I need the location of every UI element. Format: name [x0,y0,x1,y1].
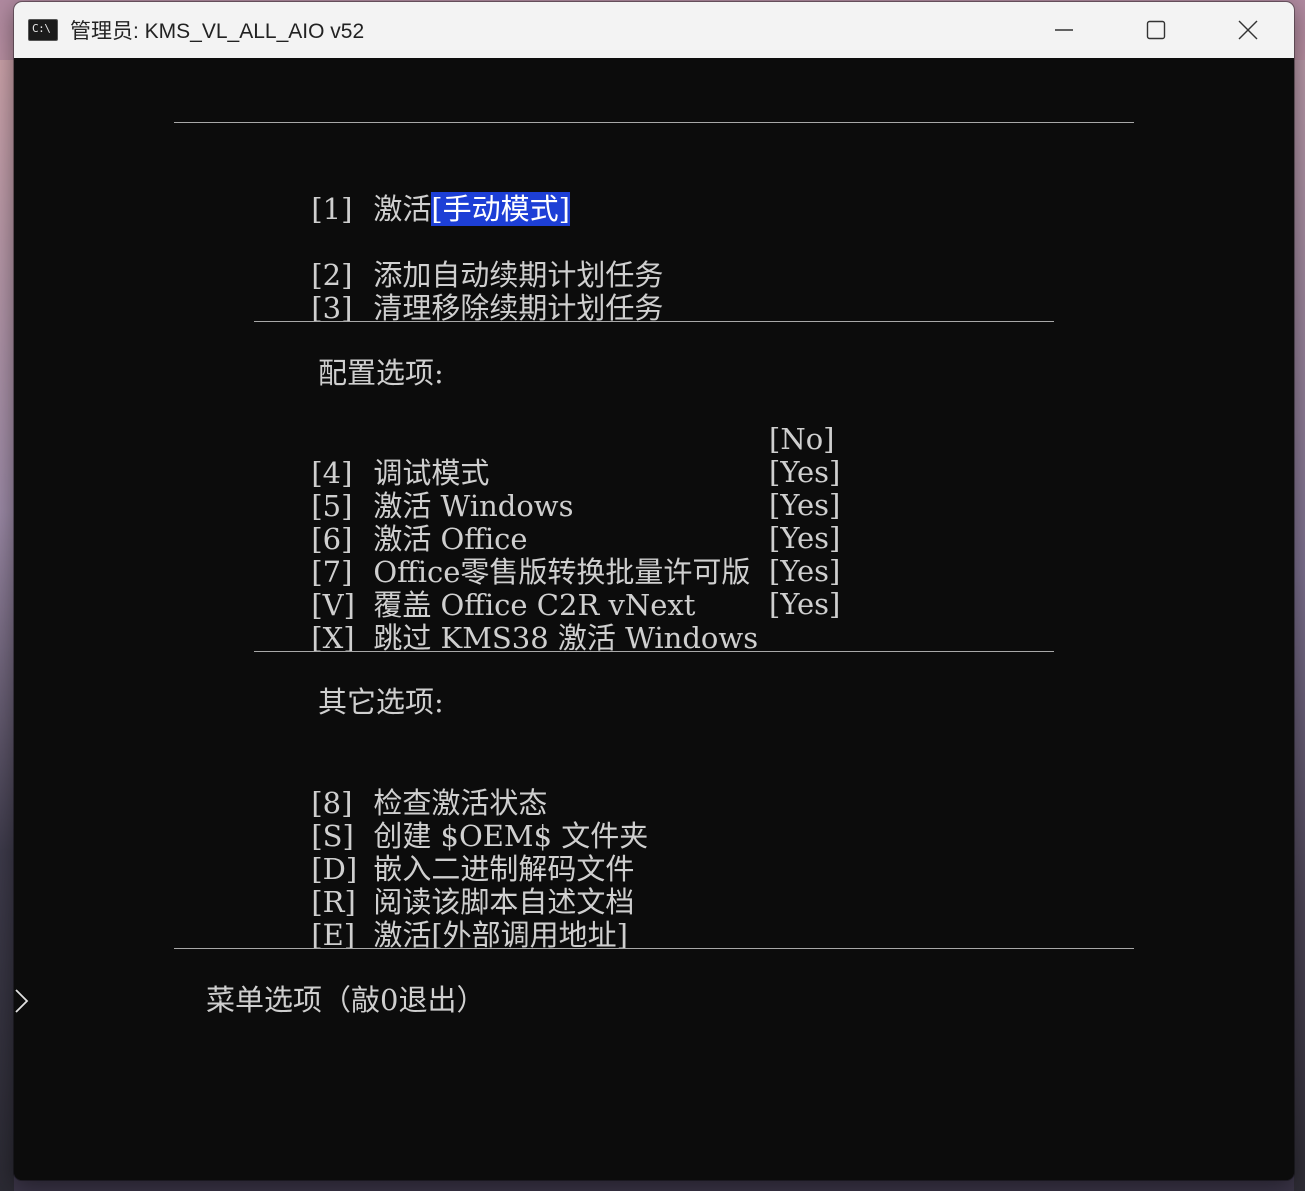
config-value: [Yes] [769,587,841,621]
divider-bottom [174,948,1134,949]
config-value: [Yes] [769,521,841,555]
config-item: [X] 跳过 KMS38 激活 Windows [256,587,758,655]
desktop-wallpaper-left [0,60,14,1191]
other-item: [E] 激活[外部调用地址] [256,884,628,952]
other-item: [S] 创建 $OEM$ 文件夹 [256,785,648,853]
minimize-button[interactable] [1018,2,1110,58]
menu-item-3: [3] 清理移除续期计划任务 [256,257,663,325]
menu-key: [E] [311,918,356,952]
close-icon [1238,20,1258,40]
window-controls [1018,2,1294,58]
menu-label: 激活[外部调用地址] [373,918,628,952]
chevron-right-icon [15,989,29,1013]
config-value: [Yes] [769,554,841,588]
config-header: 配置选项: [318,356,444,390]
config-value: [No] [769,422,835,456]
config-item: [7] Office零售版转换批量许可版 [256,521,750,589]
maximize-button[interactable] [1110,2,1202,58]
divider-other [254,651,1054,652]
menu-prompt: 菜单选项（敲0退出） [206,983,486,1017]
menu-highlight: [手动模式] [431,192,570,226]
close-button[interactable] [1202,2,1294,58]
divider-config [254,321,1054,322]
config-value: [Yes] [769,455,841,489]
divider-top [174,122,1134,123]
other-item: [D] 嵌入二进制解码文件 [256,818,634,886]
minimize-icon [1055,29,1073,31]
title-bar[interactable]: C:\ 管理员: KMS_VL_ALL_AIO v52 [14,2,1294,58]
window-title: 管理员: KMS_VL_ALL_AIO v52 [70,20,365,43]
other-header: 其它选项: [318,685,444,719]
config-item: [4] 调试模式 [256,422,489,490]
config-value: [Yes] [769,488,841,522]
menu-key: [X] [311,621,355,655]
cmd-app-icon[interactable]: C:\ [28,19,58,41]
desktop-wallpaper-right [1294,60,1305,1191]
menu-label: 激活 [373,192,432,226]
maximize-icon [1146,20,1166,40]
menu-item-1: [1] 激活[手动模式] [256,158,570,226]
menu-key: [1] [311,192,353,226]
menu-item-2: [2] 添加自动续期计划任务 [256,224,663,292]
cmd-app-icon-text: C:\ [32,22,51,35]
config-item: [6] 激活 Office [256,488,527,556]
other-item: [8] 检查激活状态 [256,752,547,820]
menu-label: 清理移除续期计划任务 [373,291,664,325]
config-item: [5] 激活 Windows [256,455,573,523]
console-window: C:\ 管理员: KMS_VL_ALL_AIO v52 [1] 激活[手动模式] … [14,2,1294,1180]
menu-key: [3] [311,291,353,325]
console-area[interactable]: [1] 激活[手动模式] [2] 添加自动续期计划任务 [3] 清理移除续期计划任务 … [14,58,1294,1180]
other-item: [R] 阅读该脚本自述文档 [256,851,634,919]
menu-label: 跳过 KMS38 激活 Windows [373,621,759,655]
config-item: [V] 覆盖 Office C2R vNext [256,554,695,622]
